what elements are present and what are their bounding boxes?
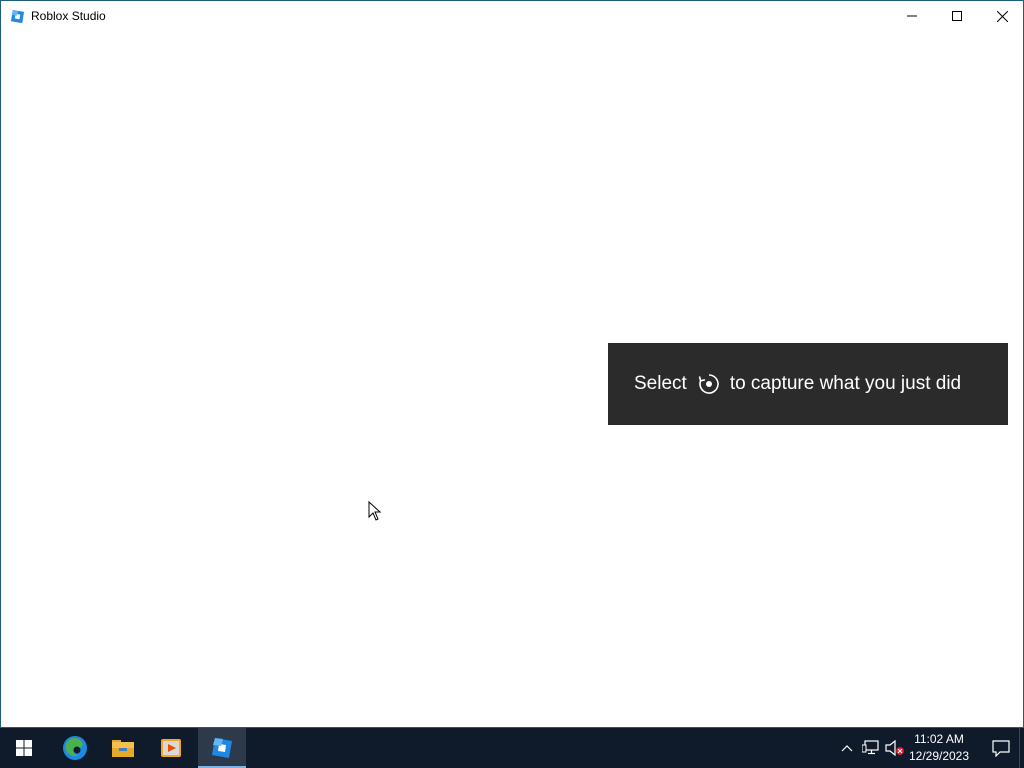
folder-icon <box>112 740 134 757</box>
system-clock[interactable]: 11:02 AM 12/29/2023 <box>905 731 973 767</box>
maximize-icon <box>952 11 962 21</box>
clock-time: 11:02 AM <box>914 732 964 746</box>
network-icon <box>862 740 879 755</box>
toast-text-before: Select <box>634 373 687 394</box>
mouse-pointer-icon <box>368 501 382 521</box>
title-bar[interactable]: Roblox Studio <box>1 1 1023 31</box>
volume-muted-icon <box>885 740 904 756</box>
minimize-icon <box>907 15 917 17</box>
clock-date: 12/29/2023 <box>908 749 970 763</box>
show-hidden-icons-button[interactable] <box>837 738 857 758</box>
edge-icon <box>63 736 87 760</box>
action-center-button[interactable] <box>981 728 1021 768</box>
capture-toast[interactable]: Select to capture what you just did <box>608 343 1008 425</box>
close-icon <box>996 10 1008 22</box>
media-player-icon <box>161 739 181 757</box>
taskbar-item-media-player[interactable] <box>147 728 195 768</box>
start-button[interactable] <box>0 728 48 768</box>
roblox-studio-icon <box>212 738 232 758</box>
chevron-up-icon <box>841 745 853 752</box>
notification-icon <box>992 740 1010 757</box>
roblox-studio-icon <box>10 9 25 24</box>
network-status[interactable] <box>861 738 881 758</box>
taskbar-item-file-explorer[interactable] <box>99 728 147 768</box>
volume-control[interactable] <box>885 738 905 758</box>
close-button[interactable] <box>979 1 1024 31</box>
taskbar: 11:02 AM 12/29/2023 <box>0 728 1024 768</box>
windows-icon <box>16 740 32 756</box>
taskbar-item-roblox-studio[interactable] <box>198 728 246 768</box>
toast-text-after: to capture what you just did <box>729 373 962 394</box>
minimize-button[interactable] <box>889 1 935 31</box>
record-icon <box>698 374 719 394</box>
show-desktop-button[interactable] <box>1019 728 1024 768</box>
maximize-button[interactable] <box>934 1 980 31</box>
window-title: Roblox Studio <box>31 9 106 23</box>
taskbar-item-edge[interactable] <box>51 728 99 768</box>
